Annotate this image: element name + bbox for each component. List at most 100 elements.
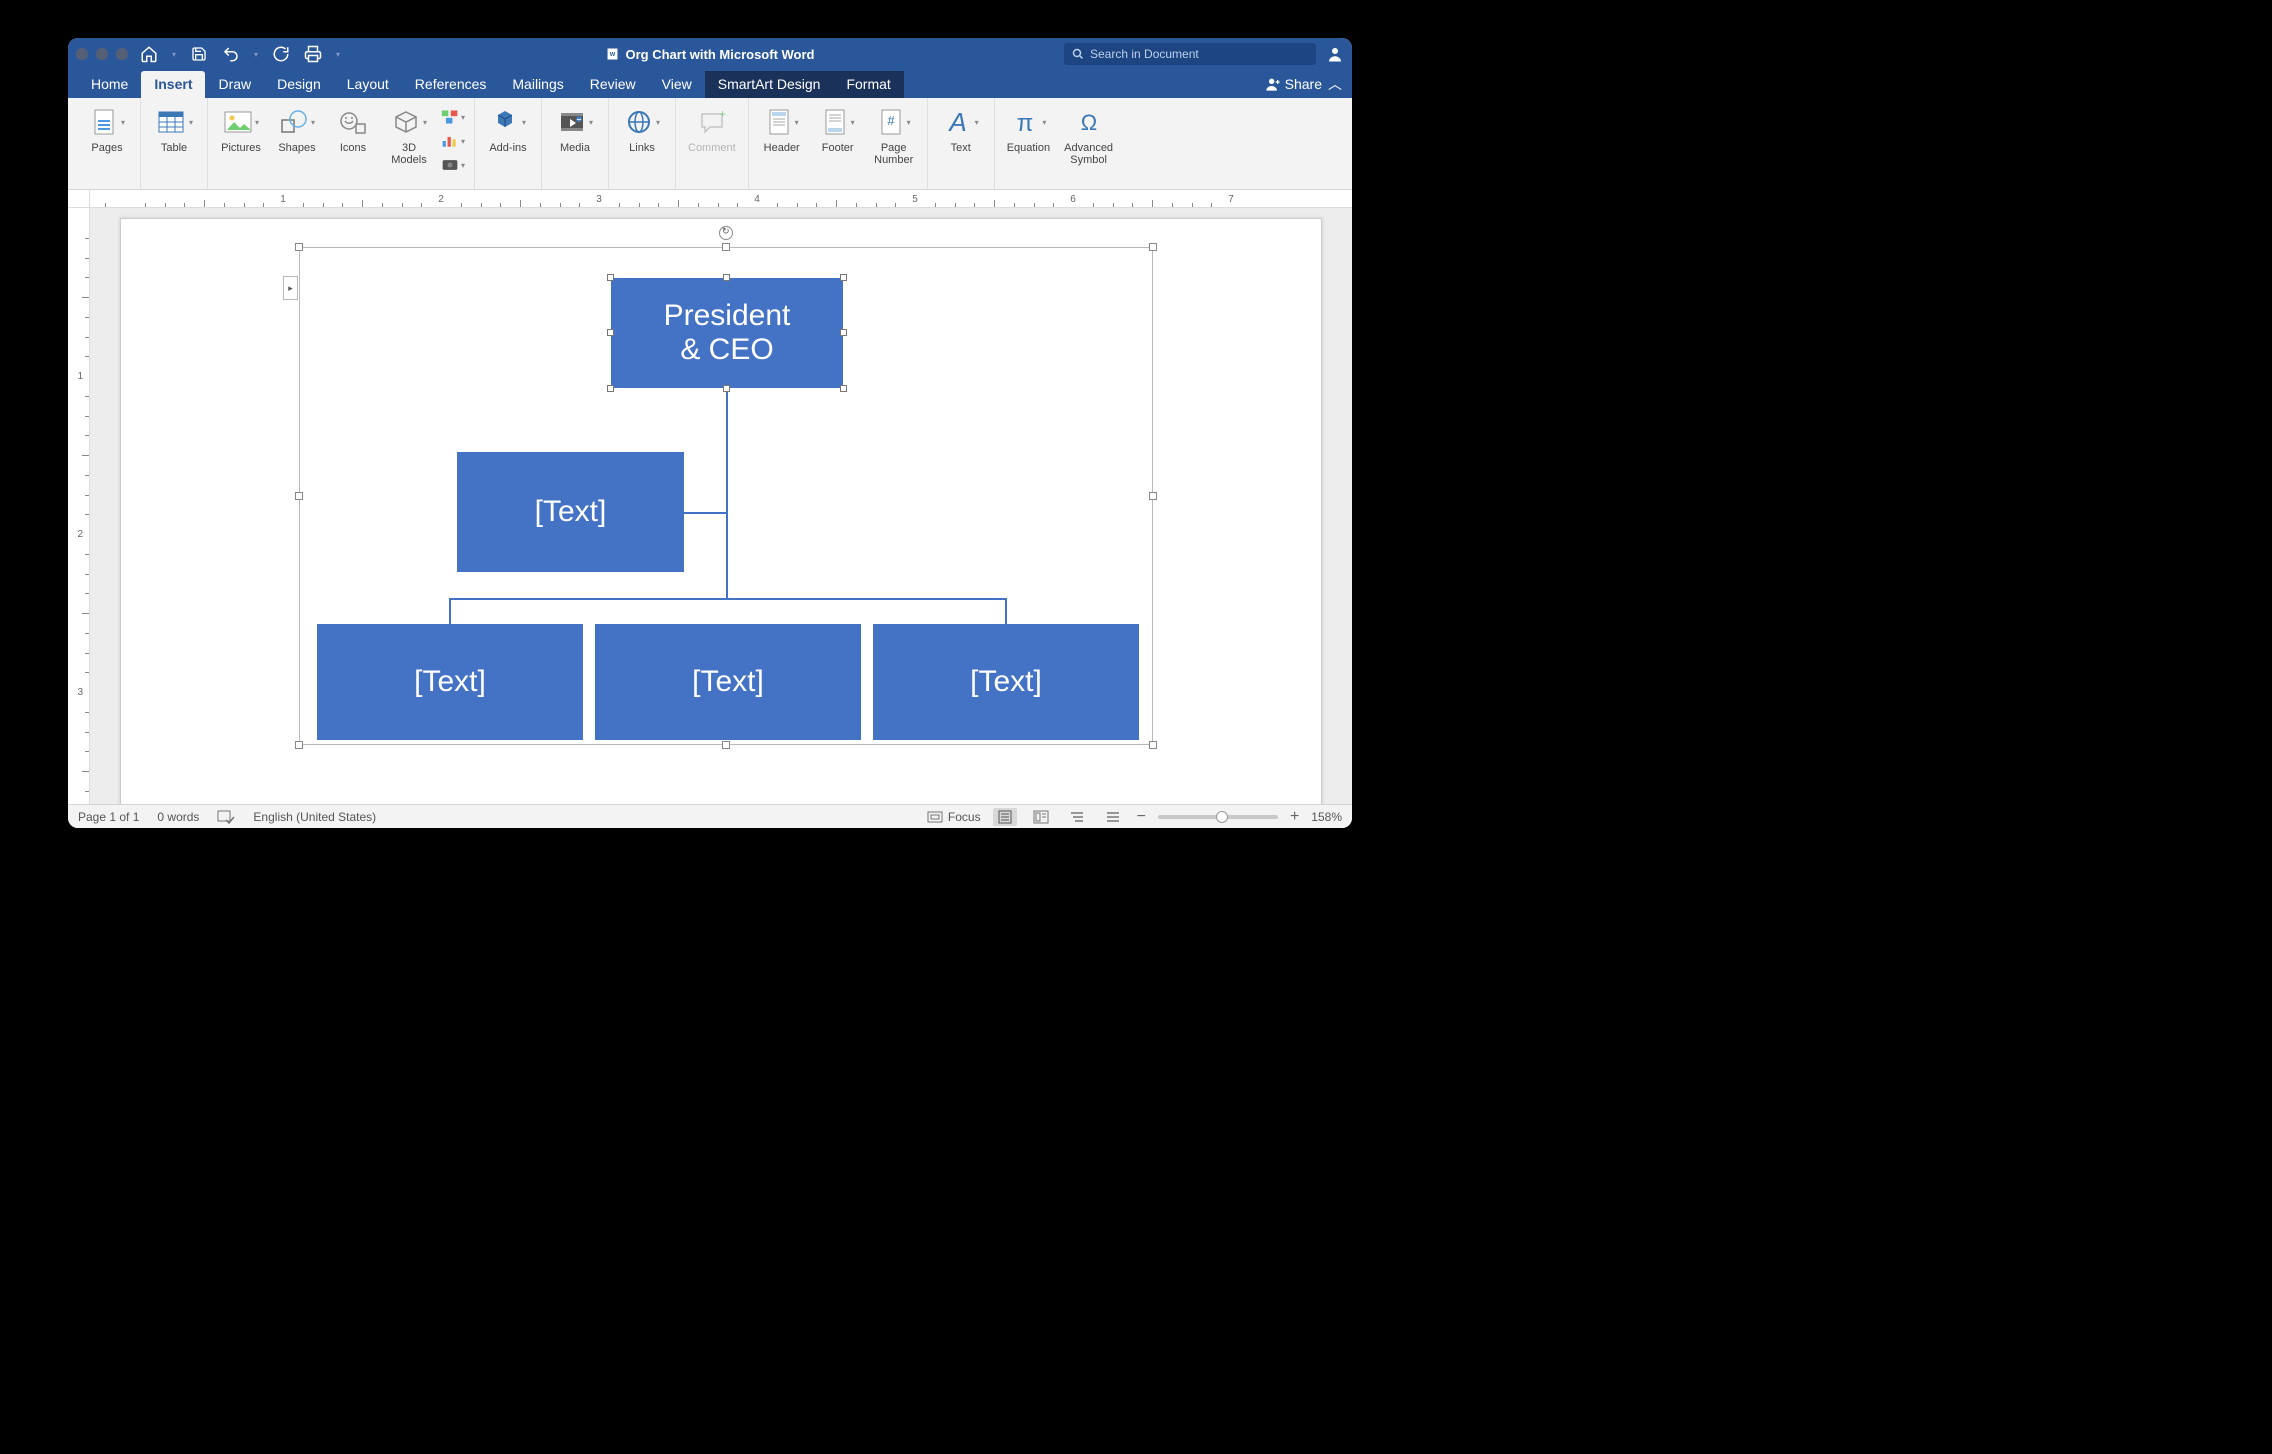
spellcheck-icon[interactable] <box>217 810 235 824</box>
word-count[interactable]: 0 words <box>157 810 199 824</box>
org-node-child-2[interactable]: [Text] <box>595 624 861 740</box>
focus-mode-button[interactable]: Focus <box>927 810 981 824</box>
user-avatar-icon[interactable] <box>1326 45 1344 63</box>
zoom-in-button[interactable]: + <box>1290 808 1299 826</box>
document-page[interactable]: ▸ President & CEO <box>120 218 1322 804</box>
tab-references[interactable]: References <box>402 71 500 98</box>
language-indicator[interactable]: English (United States) <box>253 810 376 824</box>
svg-text:W: W <box>610 52 616 58</box>
org-node-ceo[interactable]: President & CEO <box>611 278 843 388</box>
save-icon[interactable] <box>190 45 208 63</box>
table-button[interactable]: ▾ Table <box>147 102 201 168</box>
chart-small-button[interactable]: ▾ <box>440 130 466 152</box>
titlebar: ▾ ▾ ▾ W Org Chart with Microsoft Word Se <box>68 38 1352 70</box>
connector-line <box>684 512 726 514</box>
ribbon-tabs: Home Insert Draw Design Layout Reference… <box>68 70 1352 98</box>
maximize-window-button[interactable] <box>116 48 128 60</box>
app-window: ▾ ▾ ▾ W Org Chart with Microsoft Word Se <box>68 38 1352 828</box>
media-button[interactable]: ▾ Media <box>548 102 602 168</box>
connector-line <box>449 598 1007 600</box>
home-icon[interactable] <box>140 45 158 63</box>
zoom-slider-thumb[interactable] <box>1216 811 1228 823</box>
search-input[interactable]: Search in Document <box>1064 43 1316 65</box>
addins-button[interactable]: ▾ Add-ins <box>481 102 535 168</box>
undo-icon[interactable] <box>222 45 240 63</box>
document-title: Org Chart with Microsoft Word <box>626 47 815 62</box>
zoom-out-button[interactable]: − <box>1137 808 1146 826</box>
zoom-slider[interactable] <box>1158 815 1278 819</box>
print-icon[interactable] <box>304 45 322 63</box>
tab-smartart-design[interactable]: SmartArt Design <box>705 71 834 98</box>
org-node-child-3[interactable]: [Text] <box>873 624 1139 740</box>
comment-button: + Comment <box>682 102 742 168</box>
vertical-ruler[interactable]: 1234 <box>68 208 90 804</box>
tab-view[interactable]: View <box>649 71 705 98</box>
page-indicator[interactable]: Page 1 of 1 <box>78 810 139 824</box>
rotate-handle[interactable] <box>719 226 733 240</box>
minimize-window-button[interactable] <box>96 48 108 60</box>
tab-format[interactable]: Format <box>833 71 903 98</box>
horizontal-ruler[interactable]: 1234567 <box>90 190 1352 208</box>
draft-view-button[interactable] <box>1101 808 1125 826</box>
redo-icon[interactable] <box>272 45 290 63</box>
svg-text:Ω: Ω <box>1080 110 1096 135</box>
pages-button[interactable]: ▾ Pages <box>80 102 134 168</box>
share-person-icon <box>1265 76 1281 92</box>
tab-draw[interactable]: Draw <box>205 71 264 98</box>
window-controls <box>76 48 128 60</box>
svg-text:π: π <box>1017 110 1034 137</box>
shapes-icon <box>279 108 309 136</box>
text-icon: A <box>943 107 973 137</box>
share-button[interactable]: Share <box>1265 76 1322 92</box>
icons-button[interactable]: Icons <box>326 102 380 168</box>
header-button[interactable]: ▾ Header <box>755 102 809 168</box>
zoom-level[interactable]: 158% <box>1311 810 1342 824</box>
text-button[interactable]: A▾ Text <box>934 102 988 168</box>
print-layout-view-button[interactable] <box>993 808 1017 826</box>
close-window-button[interactable] <box>76 48 88 60</box>
cube-icon <box>391 108 421 136</box>
tab-layout[interactable]: Layout <box>334 71 402 98</box>
tab-mailings[interactable]: Mailings <box>499 71 576 98</box>
links-button[interactable]: ▾ Links <box>615 102 669 168</box>
svg-text:#: # <box>887 113 895 128</box>
org-node-assistant[interactable]: [Text] <box>457 452 684 572</box>
advanced-symbol-button[interactable]: Ω Advanced Symbol <box>1058 102 1119 168</box>
tab-review[interactable]: Review <box>577 71 649 98</box>
comment-icon: + <box>697 108 727 136</box>
addins-icon <box>490 107 520 137</box>
word-doc-icon: W <box>606 46 620 62</box>
connector-line <box>1005 598 1007 624</box>
smartart-frame[interactable]: ▸ President & CEO <box>299 247 1153 745</box>
org-node-child-1[interactable]: [Text] <box>317 624 583 740</box>
outline-view-button[interactable] <box>1065 808 1089 826</box>
3d-models-button[interactable]: ▾ 3D Models <box>382 102 436 168</box>
media-icon <box>557 108 587 136</box>
pictures-icon <box>223 108 253 136</box>
collapse-ribbon-button[interactable]: ︿ <box>1328 74 1342 94</box>
tab-home[interactable]: Home <box>78 71 141 98</box>
tab-design[interactable]: Design <box>264 71 334 98</box>
screenshot-small-button[interactable]: ▾ <box>440 154 466 176</box>
ruler-corner <box>68 190 90 208</box>
page-number-button[interactable]: #▾ Page Number <box>867 102 921 168</box>
search-placeholder: Search in Document <box>1090 47 1199 61</box>
web-layout-view-button[interactable] <box>1029 808 1053 826</box>
equation-button[interactable]: π▾ Equation <box>1001 102 1056 168</box>
org-chart: President & CEO [Text] [Text] [Text] [Te… <box>300 248 1152 744</box>
links-icon <box>624 108 654 136</box>
search-icon <box>1072 48 1084 60</box>
omega-icon: Ω <box>1074 107 1104 137</box>
document-scroll-area[interactable]: ▸ President & CEO <box>90 208 1352 804</box>
equation-icon: π <box>1010 107 1040 137</box>
tab-insert[interactable]: Insert <box>141 71 205 98</box>
pictures-button[interactable]: ▾ Pictures <box>214 102 268 168</box>
smartart-small-button[interactable]: ▾ <box>440 106 466 128</box>
footer-button[interactable]: ▾ Footer <box>811 102 865 168</box>
svg-text:+: + <box>719 108 726 121</box>
text-pane-toggle[interactable]: ▸ <box>283 276 298 300</box>
svg-text:A: A <box>947 107 966 137</box>
quick-access-toolbar: ▾ ▾ ▾ <box>140 45 340 63</box>
shapes-button[interactable]: ▾ Shapes <box>270 102 324 168</box>
document-title-area: W Org Chart with Microsoft Word <box>606 46 815 62</box>
